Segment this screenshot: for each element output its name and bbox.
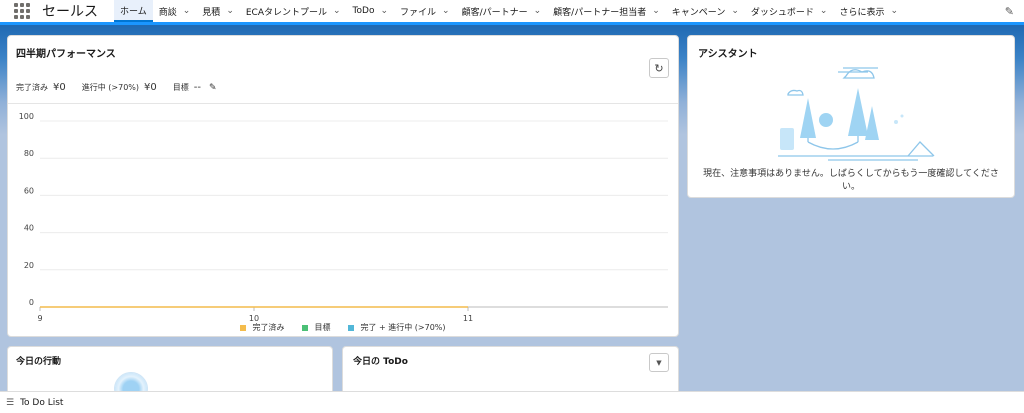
list-icon: ☰ xyxy=(6,397,15,408)
nav-tab-label: 顧客/パートナー xyxy=(461,7,528,18)
quarterly-performance-card: 四半期パフォーマンス ↻ 完了済み ¥0 進行中 (>70%) ¥0 目標 --… xyxy=(7,35,679,337)
legend-label: 目標 xyxy=(314,323,331,332)
performance-chart: 0 20 40 60 80 100 9 10 11 xyxy=(19,112,668,321)
legend-label: 完了 + 進行中 (>70%) xyxy=(360,323,446,332)
chevron-down-icon[interactable]: ⌄ xyxy=(380,6,388,16)
chevron-down-icon[interactable]: ⌄ xyxy=(226,6,234,16)
chevron-down-icon[interactable]: ⌄ xyxy=(652,6,660,16)
app-launcher-icon[interactable] xyxy=(14,3,30,19)
chevron-down-icon: ▼ xyxy=(656,358,662,367)
open-value: ¥0 xyxy=(144,82,157,93)
y-tick-label: 60 xyxy=(24,186,34,195)
edit-goal-icon[interactable]: ✎ xyxy=(209,83,217,93)
legend-item: 完了 + 進行中 (>70%) xyxy=(348,322,446,333)
goal-value: -- xyxy=(193,82,201,93)
chevron-down-icon[interactable]: ⌄ xyxy=(183,6,191,16)
card-title: 今日の行動 xyxy=(16,357,62,367)
nav-tab-label: キャンペーン xyxy=(671,7,726,18)
assistant-card: アシスタント 現在、注意事項はありません。しばらくしてからもう一度確認してくださ… xyxy=(687,35,1015,198)
chevron-down-icon[interactable]: ⌄ xyxy=(442,6,450,16)
nav-tab[interactable]: 見積 ⌄ xyxy=(196,0,240,22)
y-tick-label: 80 xyxy=(24,149,34,158)
assistant-message: 現在、注意事項はありません。しばらくしてからもう一度確認してください。 xyxy=(703,169,999,192)
x-tick-label: 10 xyxy=(249,314,259,321)
chevron-down-icon[interactable]: ⌄ xyxy=(890,6,898,16)
chevron-down-icon[interactable]: ⌄ xyxy=(534,6,542,16)
chevron-down-icon[interactable]: ⌄ xyxy=(731,6,739,16)
legend-item: 目標 xyxy=(302,322,330,333)
closed-label: 完了済み xyxy=(16,83,48,92)
card-title: 今日の ToDo xyxy=(353,357,408,367)
x-tick-label: 11 xyxy=(463,314,473,321)
nav-tab-label: さらに表示 xyxy=(839,7,885,18)
nav-tab-label: 商談 xyxy=(158,7,177,18)
open-label: 進行中 (>70%) xyxy=(81,83,140,92)
nav-tabs: ホーム 商談 ⌄ 見積 ⌄ ECAタレントプール ⌄ ToDo ⌄ ファイル ⌄ 顧客/パートナー ⌄ 顧… xyxy=(114,0,904,22)
nav-tab[interactable]: ECAタレントプール ⌄ xyxy=(240,0,347,22)
nav-tab[interactable]: 顧客/パートナー担当者 ⌄ xyxy=(547,0,666,22)
nav-tab[interactable]: ToDo ⌄ xyxy=(347,0,394,22)
x-tick-label: 9 xyxy=(37,314,42,321)
nav-tab-label: ファイル xyxy=(400,7,437,18)
y-tick-label: 100 xyxy=(19,112,34,121)
refresh-icon: ↻ xyxy=(654,61,664,75)
utility-bar: ☰ To Do List xyxy=(0,391,1024,413)
card-title: 四半期パフォーマンス xyxy=(16,49,116,60)
y-tick-label: 20 xyxy=(24,261,34,270)
legend-swatch xyxy=(240,324,247,331)
chevron-down-icon[interactable]: ⌄ xyxy=(333,6,341,16)
legend-label: 完了済み xyxy=(252,323,285,332)
nav-tab[interactable]: さらに表示 ⌄ xyxy=(833,0,904,22)
chart-legend: 完了済み 目標 完了 + 進行中 (>70%) xyxy=(8,322,678,333)
closed-value: ¥0 xyxy=(53,82,66,93)
todo-list-utility[interactable]: To Do List xyxy=(20,398,63,408)
nav-tab-label: 見積 xyxy=(202,7,221,18)
app-name: セールス xyxy=(42,4,98,20)
goal-label: 目標 xyxy=(172,83,189,92)
legend-swatch xyxy=(348,324,355,331)
legend-item: 完了済み xyxy=(240,322,284,333)
nav-tab[interactable]: ダッシュボード ⌄ xyxy=(745,0,834,22)
assistant-illustration xyxy=(778,67,935,161)
nav-tab[interactable]: キャンペーン ⌄ xyxy=(666,0,745,22)
chevron-down-icon[interactable]: ⌄ xyxy=(820,6,828,16)
pencil-icon[interactable]: ✎ xyxy=(1005,5,1014,18)
nav-tab[interactable]: 商談 ⌄ xyxy=(153,0,197,22)
card-title: アシスタント xyxy=(698,49,758,60)
global-nav: セールス ホーム 商談 ⌄ 見積 ⌄ ECAタレントプール ⌄ ToDo ⌄ ファイル ⌄ 顧客/パー… xyxy=(0,0,1024,25)
nav-tab-label: 顧客/パートナー担当者 xyxy=(553,7,647,18)
todays-todo-card: 今日の ToDo ▼ xyxy=(342,346,679,396)
nav-tab[interactable]: ホーム xyxy=(114,0,153,22)
legend-swatch xyxy=(302,324,309,331)
nav-tab-label: ダッシュボード xyxy=(750,7,814,18)
divider xyxy=(8,103,678,104)
todo-filter-button[interactable]: ▼ xyxy=(649,353,669,372)
y-tick-label: 40 xyxy=(24,224,34,233)
y-tick-label: 0 xyxy=(29,298,34,307)
nav-tab-label: ECAタレントプール xyxy=(245,7,327,18)
nav-tab-label: ホーム xyxy=(120,6,147,17)
nav-tab-label: ToDo xyxy=(352,6,375,16)
nav-tab[interactable]: ファイル ⌄ xyxy=(394,0,456,22)
todays-events-card: 今日の行動 xyxy=(7,346,333,406)
nav-tab[interactable]: 顧客/パートナー ⌄ xyxy=(456,0,548,22)
refresh-button[interactable]: ↻ xyxy=(649,58,669,78)
performance-stats: 完了済み ¥0 進行中 (>70%) ¥0 目標 -- ✎ xyxy=(16,82,217,93)
